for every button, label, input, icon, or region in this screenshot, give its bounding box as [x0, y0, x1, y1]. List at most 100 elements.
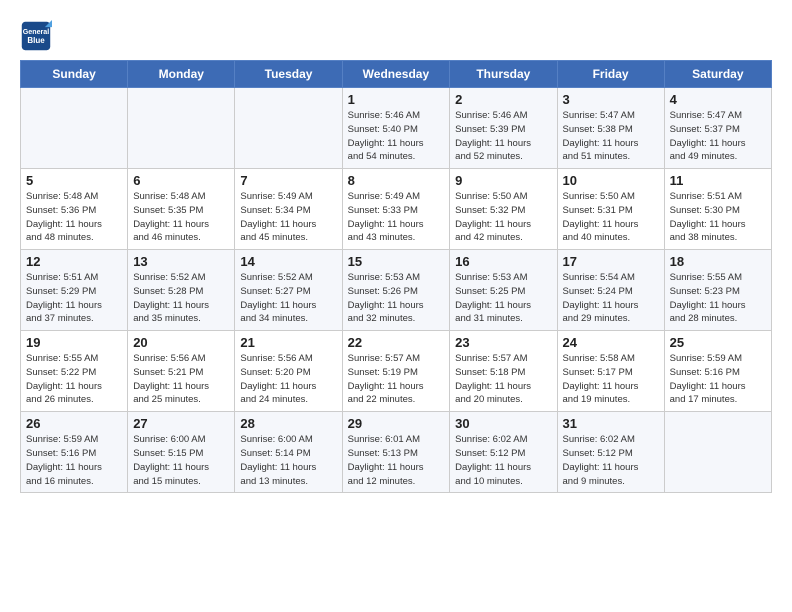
day-number: 27	[133, 416, 229, 431]
day-number: 4	[670, 92, 766, 107]
calendar-week-row: 5Sunrise: 5:48 AM Sunset: 5:36 PM Daylig…	[21, 169, 772, 250]
calendar-cell: 13Sunrise: 5:52 AM Sunset: 5:28 PM Dayli…	[128, 250, 235, 331]
calendar-cell: 27 Sunrise: 6:00 AM Sunset: 5:15 PM Dayli…	[128, 412, 235, 493]
calendar-cell: 18 Sunrise: 5:55 AM Sunset: 5:23 PM Dayli…	[664, 250, 771, 331]
logo-icon: General Blue	[20, 20, 52, 52]
day-info: Sunrise: 5:49 AM Sunset: 5:33 PM Dayligh…	[348, 190, 445, 245]
calendar-cell: 20 Sunrise: 5:56 AM Sunset: 5:21 PM Dayli…	[128, 331, 235, 412]
weekday-header: Friday	[557, 61, 664, 88]
calendar-cell: 31 Sunrise: 6:02 AM Sunset: 5:12 PM Dayli…	[557, 412, 664, 493]
calendar-cell: 15 Sunrise: 5:53 AM Sunset: 5:26 PM Dayli…	[342, 250, 450, 331]
day-number: 22	[348, 335, 445, 350]
calendar-cell: 25 Sunrise: 5:59 AM Sunset: 5:16 PM Dayli…	[664, 331, 771, 412]
day-number: 15	[348, 254, 445, 269]
day-number: 3	[563, 92, 659, 107]
day-info: Sunrise: 5:48 AM Sunset: 5:36 PM Dayligh…	[26, 190, 122, 245]
svg-text:General: General	[23, 28, 50, 36]
day-info: Sunrise: 5:47 AM Sunset: 5:38 PM Dayligh…	[563, 109, 659, 164]
calendar-cell: 8 Sunrise: 5:49 AM Sunset: 5:33 PM Daylig…	[342, 169, 450, 250]
calendar-week-row: 19 Sunrise: 5:55 AM Sunset: 5:22 PM Dayli…	[21, 331, 772, 412]
day-info: Sunrise: 5:46 AM Sunset: 5:39 PM Dayligh…	[455, 109, 551, 164]
day-info: Sunrise: 5:59 AM Sunset: 5:16 PM Dayligh…	[26, 433, 122, 488]
day-number: 20	[133, 335, 229, 350]
day-info: Sunrise: 5:57 AM Sunset: 5:19 PM Dayligh…	[348, 352, 445, 407]
calendar-cell: 16 Sunrise: 5:53 AM Sunset: 5:25 PM Dayli…	[450, 250, 557, 331]
day-info: Sunrise: 6:00 AM Sunset: 5:14 PM Dayligh…	[240, 433, 336, 488]
day-number: 10	[563, 173, 659, 188]
day-number: 2	[455, 92, 551, 107]
day-info: Sunrise: 6:02 AM Sunset: 5:12 PM Dayligh…	[563, 433, 659, 488]
calendar-cell: 24Sunrise: 5:58 AM Sunset: 5:17 PM Dayli…	[557, 331, 664, 412]
day-info: Sunrise: 6:02 AM Sunset: 5:12 PM Dayligh…	[455, 433, 551, 488]
day-number: 16	[455, 254, 551, 269]
calendar-cell: 14 Sunrise: 5:52 AM Sunset: 5:27 PM Dayli…	[235, 250, 342, 331]
day-number: 13	[133, 254, 229, 269]
calendar-cell	[235, 88, 342, 169]
calendar-cell	[128, 88, 235, 169]
calendar-cell: 11 Sunrise: 5:51 AM Sunset: 5:30 PM Dayli…	[664, 169, 771, 250]
calendar-cell: 12 Sunrise: 5:51 AM Sunset: 5:29 PM Dayli…	[21, 250, 128, 331]
day-info: Sunrise: 5:51 AM Sunset: 5:30 PM Dayligh…	[670, 190, 766, 245]
calendar-cell: 30 Sunrise: 6:02 AM Sunset: 5:12 PM Dayli…	[450, 412, 557, 493]
day-info: Sunrise: 5:52 AM Sunset: 5:27 PM Dayligh…	[240, 271, 336, 326]
day-number: 17	[563, 254, 659, 269]
day-info: Sunrise: 5:55 AM Sunset: 5:23 PM Dayligh…	[670, 271, 766, 326]
calendar-cell: 26 Sunrise: 5:59 AM Sunset: 5:16 PM Dayli…	[21, 412, 128, 493]
day-info: Sunrise: 5:56 AM Sunset: 5:21 PM Dayligh…	[133, 352, 229, 407]
calendar-cell: 17 Sunrise: 5:54 AM Sunset: 5:24 PM Dayli…	[557, 250, 664, 331]
day-info: Sunrise: 5:50 AM Sunset: 5:32 PM Dayligh…	[455, 190, 551, 245]
calendar-cell: 21Sunrise: 5:56 AM Sunset: 5:20 PM Dayli…	[235, 331, 342, 412]
day-number: 9	[455, 173, 551, 188]
calendar-cell: 2 Sunrise: 5:46 AM Sunset: 5:39 PM Daylig…	[450, 88, 557, 169]
day-info: Sunrise: 6:01 AM Sunset: 5:13 PM Dayligh…	[348, 433, 445, 488]
page: General Blue SundayMondayTuesdayWednesda…	[0, 0, 792, 503]
day-number: 6	[133, 173, 229, 188]
day-info: Sunrise: 5:53 AM Sunset: 5:26 PM Dayligh…	[348, 271, 445, 326]
day-number: 19	[26, 335, 122, 350]
day-number: 1	[348, 92, 445, 107]
calendar-cell	[21, 88, 128, 169]
day-info: Sunrise: 5:58 AM Sunset: 5:17 PM Dayligh…	[563, 352, 659, 407]
svg-text:Blue: Blue	[27, 36, 45, 45]
day-number: 11	[670, 173, 766, 188]
weekday-header: Sunday	[21, 61, 128, 88]
weekday-header: Saturday	[664, 61, 771, 88]
day-number: 8	[348, 173, 445, 188]
calendar-header-row: SundayMondayTuesdayWednesdayThursdayFrid…	[21, 61, 772, 88]
day-number: 25	[670, 335, 766, 350]
calendar-week-row: 26 Sunrise: 5:59 AM Sunset: 5:16 PM Dayli…	[21, 412, 772, 493]
calendar-week-row: 1Sunrise: 5:46 AM Sunset: 5:40 PM Daylig…	[21, 88, 772, 169]
calendar-cell: 10 Sunrise: 5:50 AM Sunset: 5:31 PM Dayli…	[557, 169, 664, 250]
day-info: Sunrise: 5:50 AM Sunset: 5:31 PM Dayligh…	[563, 190, 659, 245]
weekday-header: Thursday	[450, 61, 557, 88]
day-number: 28	[240, 416, 336, 431]
day-number: 12	[26, 254, 122, 269]
calendar-week-row: 12 Sunrise: 5:51 AM Sunset: 5:29 PM Dayli…	[21, 250, 772, 331]
calendar-cell: 19 Sunrise: 5:55 AM Sunset: 5:22 PM Dayli…	[21, 331, 128, 412]
calendar-cell: 9 Sunrise: 5:50 AM Sunset: 5:32 PM Daylig…	[450, 169, 557, 250]
day-number: 26	[26, 416, 122, 431]
calendar-cell: 3 Sunrise: 5:47 AM Sunset: 5:38 PM Daylig…	[557, 88, 664, 169]
day-info: Sunrise: 5:56 AM Sunset: 5:20 PM Dayligh…	[240, 352, 336, 407]
day-info: Sunrise: 5:48 AM Sunset: 5:35 PM Dayligh…	[133, 190, 229, 245]
calendar-cell: 29 Sunrise: 6:01 AM Sunset: 5:13 PM Dayli…	[342, 412, 450, 493]
day-number: 23	[455, 335, 551, 350]
day-number: 30	[455, 416, 551, 431]
day-number: 14	[240, 254, 336, 269]
calendar-table: SundayMondayTuesdayWednesdayThursdayFrid…	[20, 60, 772, 493]
day-info: Sunrise: 5:54 AM Sunset: 5:24 PM Dayligh…	[563, 271, 659, 326]
calendar-cell: 4 Sunrise: 5:47 AM Sunset: 5:37 PM Daylig…	[664, 88, 771, 169]
day-number: 18	[670, 254, 766, 269]
day-info: Sunrise: 5:59 AM Sunset: 5:16 PM Dayligh…	[670, 352, 766, 407]
day-info: Sunrise: 5:53 AM Sunset: 5:25 PM Dayligh…	[455, 271, 551, 326]
day-number: 31	[563, 416, 659, 431]
calendar-cell: 6 Sunrise: 5:48 AM Sunset: 5:35 PM Daylig…	[128, 169, 235, 250]
day-info: Sunrise: 6:00 AM Sunset: 5:15 PM Dayligh…	[133, 433, 229, 488]
calendar-cell: 22 Sunrise: 5:57 AM Sunset: 5:19 PM Dayli…	[342, 331, 450, 412]
day-number: 29	[348, 416, 445, 431]
day-info: Sunrise: 5:55 AM Sunset: 5:22 PM Dayligh…	[26, 352, 122, 407]
day-info: Sunrise: 5:47 AM Sunset: 5:37 PM Dayligh…	[670, 109, 766, 164]
calendar-cell: 28 Sunrise: 6:00 AM Sunset: 5:14 PM Dayli…	[235, 412, 342, 493]
weekday-header: Wednesday	[342, 61, 450, 88]
day-info: Sunrise: 5:51 AM Sunset: 5:29 PM Dayligh…	[26, 271, 122, 326]
